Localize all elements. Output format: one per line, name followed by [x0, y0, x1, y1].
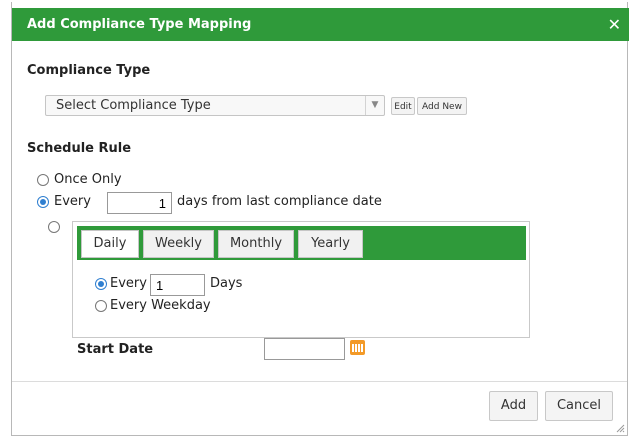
- schedule-rule-label: Schedule Rule: [27, 141, 132, 156]
- start-date-label: Start Date: [77, 342, 154, 357]
- resize-grip-icon[interactable]: [615, 423, 625, 433]
- compliance-type-select[interactable]: Select Compliance Type ▼: [45, 95, 385, 116]
- recurrence-panel: Daily Weekly Monthly Yearly Every Days E…: [72, 221, 530, 338]
- every-label: Every: [54, 194, 91, 209]
- dialog-title: Add Compliance Type Mapping: [27, 17, 252, 32]
- every-weekday-radio[interactable]: [95, 300, 107, 312]
- start-date-input[interactable]: [264, 338, 345, 360]
- add-new-button[interactable]: Add New: [417, 97, 467, 115]
- compliance-type-label: Compliance Type: [27, 63, 151, 78]
- cancel-button[interactable]: Cancel: [545, 391, 613, 421]
- every-days-input[interactable]: [107, 192, 172, 214]
- recurrence-pattern-radio[interactable]: [48, 221, 60, 233]
- once-only-radio[interactable]: [37, 174, 49, 186]
- once-only-label: Once Only: [54, 172, 122, 187]
- daily-every-label: Every: [110, 276, 147, 291]
- tab-monthly[interactable]: Monthly: [218, 230, 294, 258]
- every-weekday-label: Every Weekday: [110, 298, 211, 313]
- close-icon[interactable]: ✕: [608, 15, 621, 34]
- every-days-radio[interactable]: [37, 196, 49, 208]
- tab-weekly[interactable]: Weekly: [143, 230, 214, 258]
- add-button[interactable]: Add: [489, 391, 538, 421]
- edit-button[interactable]: Edit: [391, 97, 415, 115]
- dropdown-arrow-icon[interactable]: ▼: [365, 96, 384, 115]
- compliance-type-select-value: Select Compliance Type: [56, 98, 211, 113]
- dialog-titlebar: Add Compliance Type Mapping ✕: [12, 8, 629, 41]
- daily-every-input[interactable]: [150, 274, 205, 296]
- recurrence-tabbar: Daily Weekly Monthly Yearly: [77, 226, 526, 260]
- daily-days-label: Days: [210, 276, 243, 291]
- compliance-mapping-dialog: Add Compliance Type Mapping ✕ Compliance…: [11, 2, 629, 436]
- tab-yearly[interactable]: Yearly: [298, 230, 363, 258]
- footer-divider: [12, 381, 627, 382]
- every-days-suffix: days from last compliance date: [177, 194, 382, 209]
- daily-every-radio[interactable]: [95, 278, 107, 290]
- tab-daily[interactable]: Daily: [81, 230, 139, 258]
- calendar-icon[interactable]: [350, 340, 365, 355]
